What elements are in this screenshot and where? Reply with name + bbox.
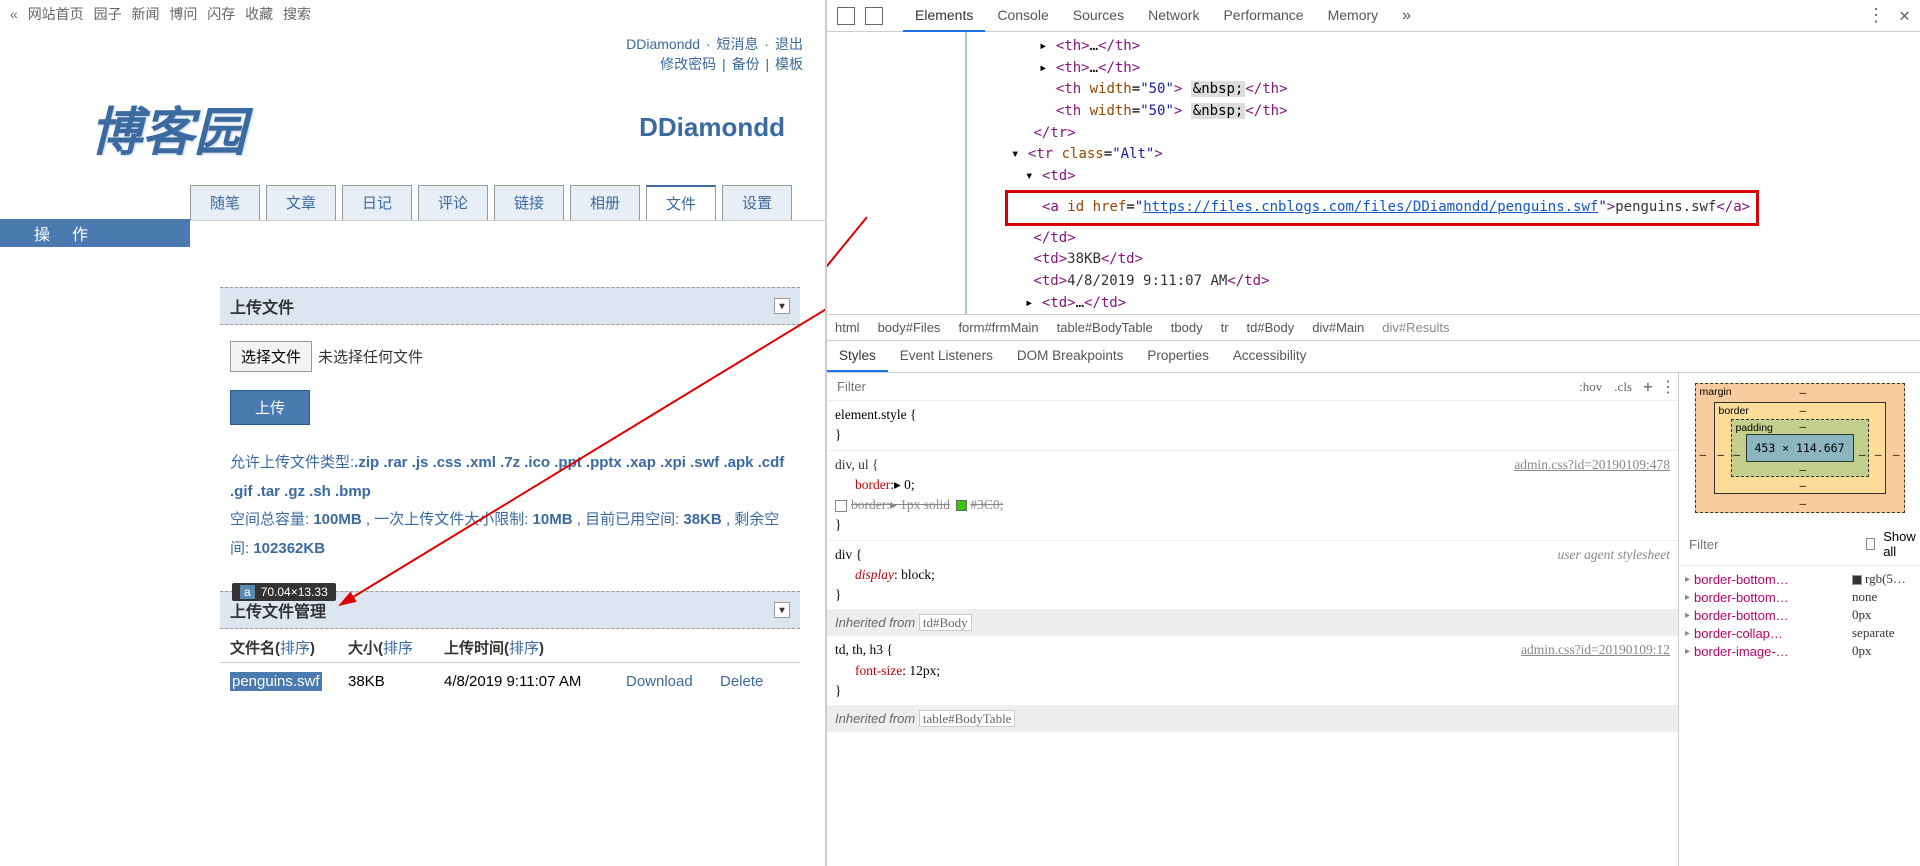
box-model-diagram: margin –– –– border –– –– padding –– –– … [1695, 383, 1905, 513]
cls-toggle[interactable]: .cls [1608, 379, 1638, 395]
dt-tab-memory[interactable]: Memory [1316, 0, 1391, 32]
kebab-menu-icon[interactable]: ⋮ [1867, 5, 1885, 26]
styles-filter-input[interactable] [827, 373, 1573, 400]
tab-essay[interactable]: 随笔 [190, 185, 260, 220]
dt-tab-console[interactable]: Console [985, 0, 1060, 32]
close-icon[interactable]: ✕ [1899, 5, 1910, 26]
nav-search[interactable]: 搜索 [283, 6, 311, 22]
main-tabs: 随笔 文章 日记 评论 链接 相册 文件 设置 [190, 185, 825, 220]
tab-link[interactable]: 链接 [494, 185, 564, 220]
collapse-icon[interactable]: ▾ [774, 298, 790, 314]
show-all-toggle[interactable]: Show all [1866, 529, 1919, 559]
tab-album[interactable]: 相册 [570, 185, 640, 220]
file-table-header: 文件名(排序) 大小(排序 上传时间(排序) [220, 629, 800, 663]
nav-home[interactable]: 网站首页 [28, 6, 84, 22]
sort-by-size[interactable]: 排序 [383, 640, 413, 657]
choose-file-button[interactable]: 选择文件 [230, 341, 312, 372]
sort-by-name[interactable]: 排序 [280, 640, 310, 657]
blog-title: DDiamondd [639, 112, 795, 143]
file-name-link[interactable]: penguins.swf [230, 672, 322, 691]
username-link[interactable]: DDiamondd [626, 36, 700, 52]
subtab-styles[interactable]: Styles [827, 341, 888, 372]
logout-link[interactable]: 退出 [775, 36, 803, 52]
nav-yard[interactable]: 园子 [94, 6, 122, 22]
inspect-icon[interactable] [837, 7, 855, 25]
delete-link[interactable]: Delete [720, 673, 763, 690]
nav-news[interactable]: 新闻 [131, 6, 159, 22]
new-rule-button[interactable]: + [1638, 377, 1658, 396]
hov-toggle[interactable]: :hov [1573, 379, 1608, 395]
shortmsg-link[interactable]: 短消息 [717, 36, 759, 52]
dt-tab-sources[interactable]: Sources [1061, 0, 1136, 32]
nav-prefix: « [10, 6, 18, 22]
subtab-listeners[interactable]: Event Listeners [888, 341, 1005, 372]
dt-tab-network[interactable]: Network [1136, 0, 1211, 32]
styles-panel: :hov .cls + ⋮ element.style {} admin.css… [827, 373, 1679, 866]
template-link[interactable]: 模板 [775, 56, 803, 72]
backup-link[interactable]: 备份 [732, 56, 760, 72]
source-link[interactable]: admin.css?id=20190109:478 [1514, 455, 1670, 475]
source-link[interactable]: admin.css?id=20190109:12 [1521, 640, 1670, 660]
color-swatch-icon[interactable] [956, 500, 967, 511]
download-link[interactable]: Download [626, 673, 693, 690]
dt-tab-performance[interactable]: Performance [1211, 0, 1315, 32]
upload-panel-title: 上传文件 [230, 294, 294, 318]
device-toggle-icon[interactable] [865, 7, 883, 25]
upload-button[interactable]: 上传 [230, 390, 310, 425]
filemgr-panel-title: 上传文件管理 [230, 598, 326, 622]
computed-filter-input[interactable] [1689, 537, 1866, 552]
prop-toggle-checkbox[interactable] [835, 500, 847, 512]
styles-menu-icon[interactable]: ⋮ [1658, 377, 1678, 396]
subtab-dom-bp[interactable]: DOM Breakpoints [1005, 341, 1136, 372]
nav-fav[interactable]: 收藏 [245, 6, 273, 22]
nav-q[interactable]: 博问 [169, 6, 197, 22]
tab-settings[interactable]: 设置 [722, 185, 792, 220]
upload-info: 允许上传文件类型:.zip .rar .js .css .xml .7z .ic… [220, 445, 800, 567]
highlighted-element-box: <a id href="https://files.cnblogs.com/fi… [1005, 190, 1759, 226]
styles-subtabs: Styles Event Listeners DOM Breakpoints P… [827, 341, 1920, 373]
devtools-toolbar: Elements Console Sources Network Perform… [827, 0, 1920, 32]
no-file-label: 未选择任何文件 [318, 346, 423, 367]
file-time: 4/8/2019 9:11:07 AM [444, 673, 626, 690]
element-dimensions-tooltip: a 70.04×13.33 [232, 583, 336, 601]
file-size: 38KB [348, 673, 444, 690]
elements-tree[interactable]: ▸ <th>…</th> ▸ <th>…</th> <th width="50"… [827, 32, 1920, 314]
subtab-a11y[interactable]: Accessibility [1221, 341, 1319, 372]
upload-panel-header: 上传文件 ▾ [220, 287, 800, 325]
nav-flash[interactable]: 闪存 [207, 6, 235, 22]
collapse-icon[interactable]: ▾ [774, 602, 790, 618]
operation-sidebar-header: 操作 [0, 219, 190, 247]
tab-article[interactable]: 文章 [266, 185, 336, 220]
computed-panel: margin –– –– border –– –– padding –– –– … [1679, 373, 1920, 866]
subtab-properties[interactable]: Properties [1135, 341, 1221, 372]
table-row: penguins.swf 38KB 4/8/2019 9:11:07 AM Do… [220, 663, 800, 700]
dt-tab-elements[interactable]: Elements [903, 0, 985, 32]
tab-diary[interactable]: 日记 [342, 185, 412, 220]
dt-tab-more[interactable]: » [1390, 0, 1423, 32]
tab-comment[interactable]: 评论 [418, 185, 488, 220]
tab-file[interactable]: 文件 [646, 185, 716, 220]
site-logo[interactable]: 博客园 [90, 90, 246, 165]
elements-breadcrumb[interactable]: html body#Files form#frmMain table#BodyT… [827, 314, 1920, 341]
sort-by-time[interactable]: 排序 [509, 640, 539, 657]
user-links: DDiamondd · 短消息 · 退出 修改密码 | 备份 | 模板 [0, 28, 825, 80]
changepw-link[interactable]: 修改密码 [660, 56, 716, 72]
site-top-nav: « 网站首页 园子 新闻 博问 闪存 收藏 搜索 [0, 0, 825, 28]
